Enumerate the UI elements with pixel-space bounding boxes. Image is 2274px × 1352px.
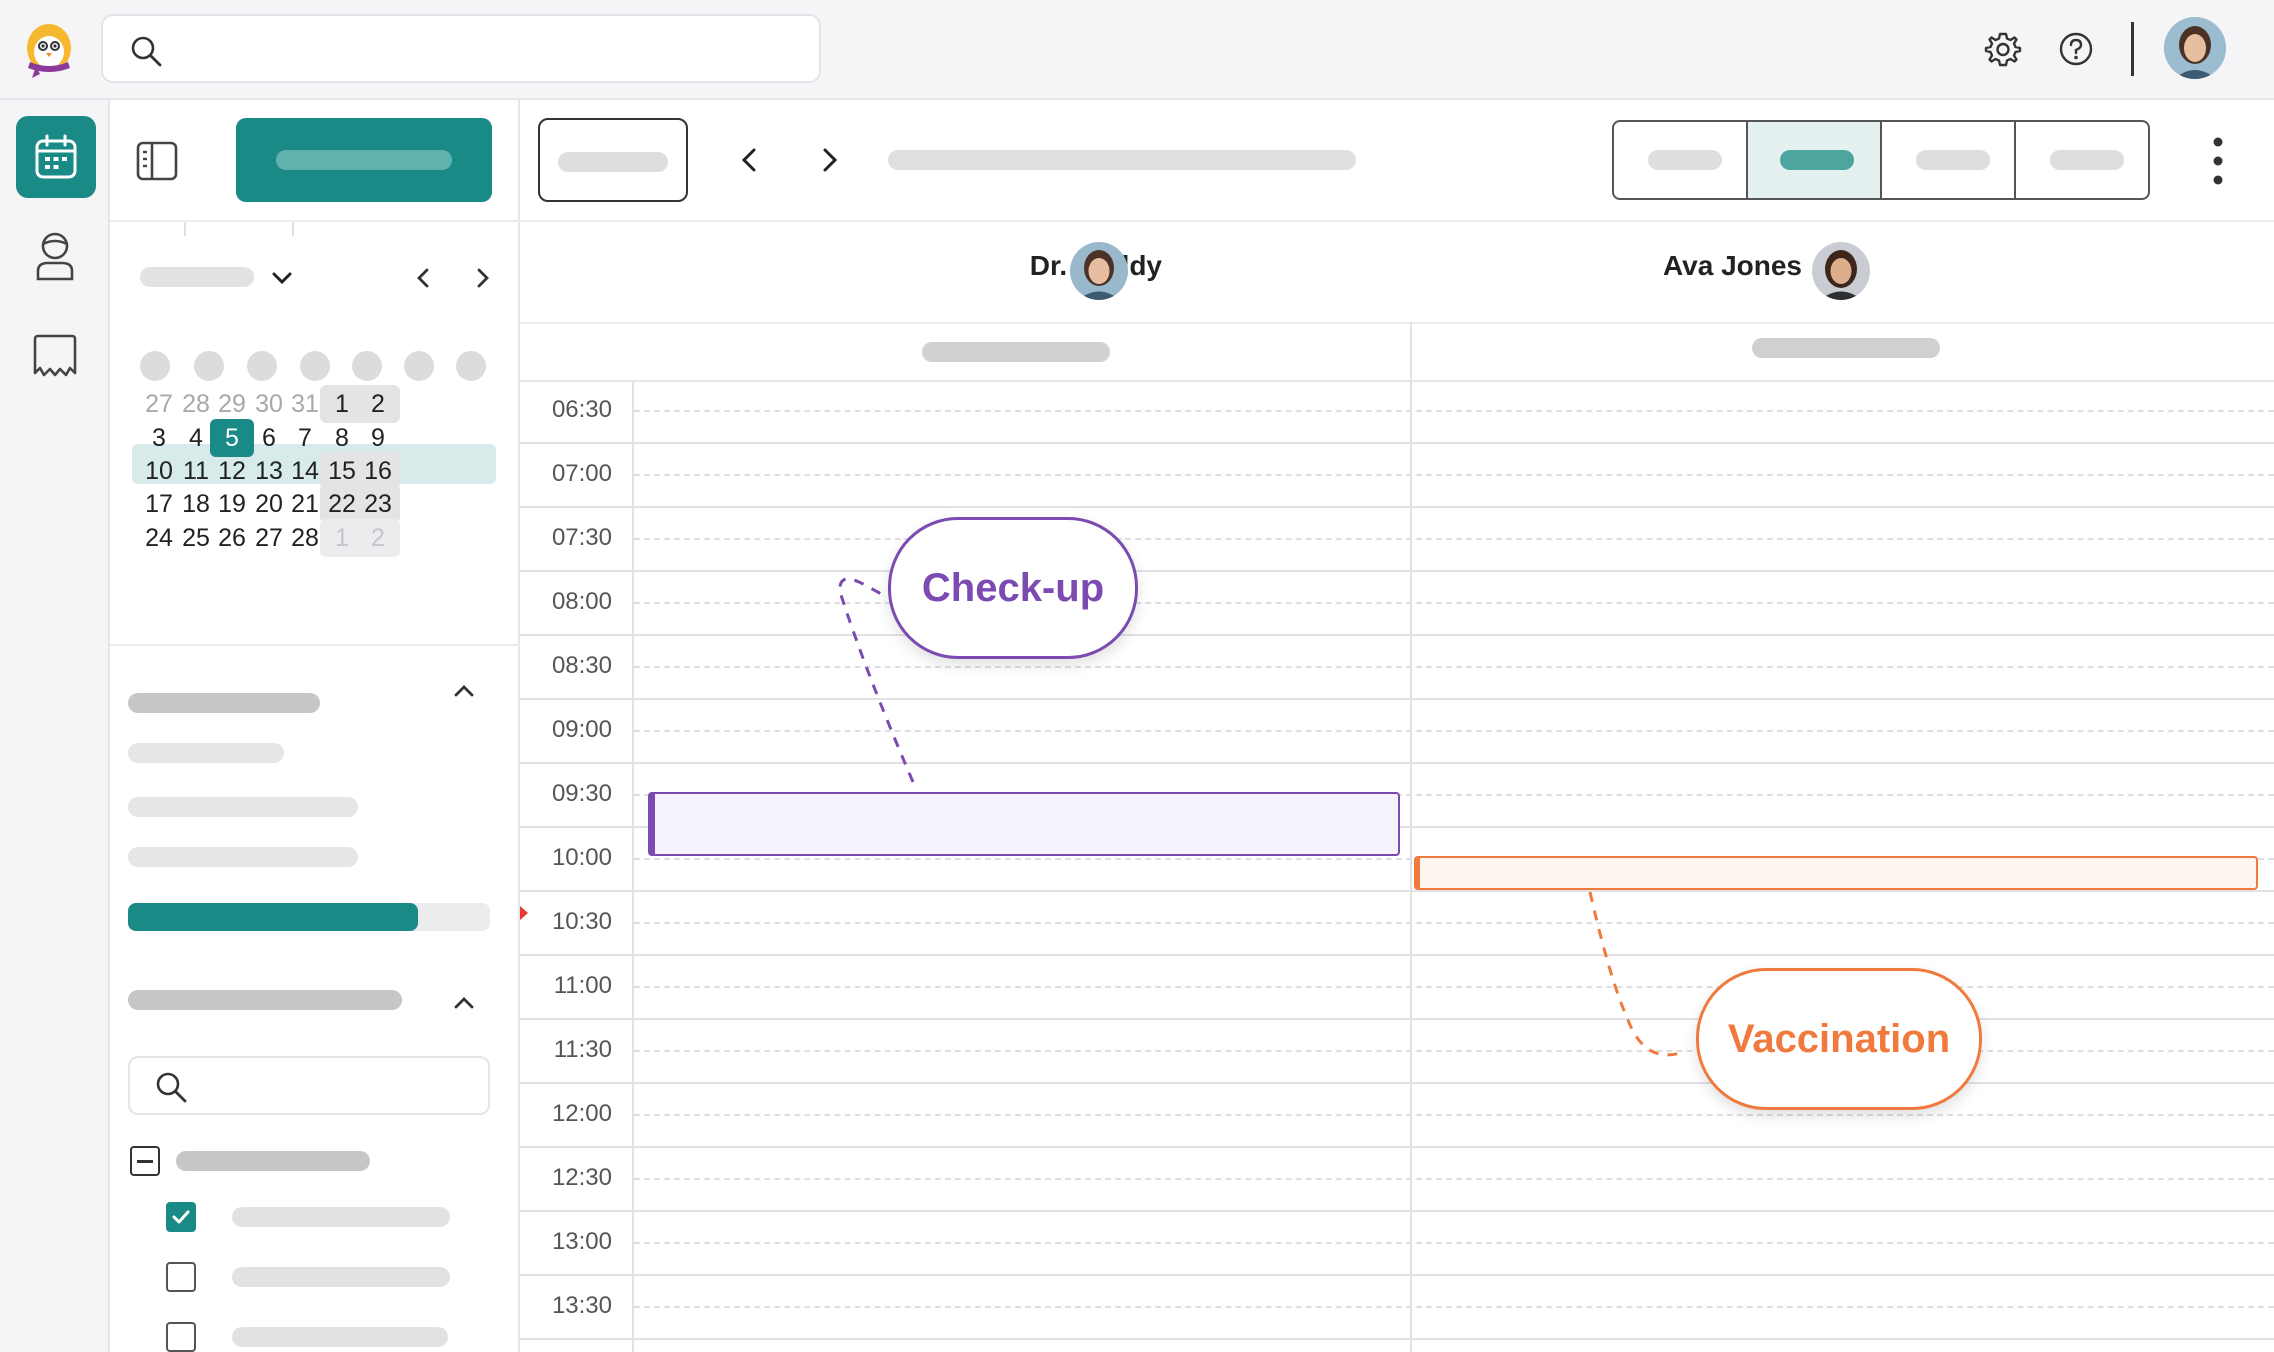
sidebar-mid-divider bbox=[110, 644, 520, 646]
weekday-placeholder bbox=[140, 351, 170, 381]
option-label-placeholder bbox=[232, 1207, 450, 1227]
avatar[interactable] bbox=[2164, 17, 2226, 79]
checkup-connector bbox=[838, 577, 1685, 1057]
tab-marks bbox=[184, 222, 294, 236]
weekday-placeholder bbox=[404, 351, 434, 381]
sidebar-top-divider bbox=[110, 220, 520, 222]
button-label-placeholder bbox=[276, 150, 452, 170]
weekday-placeholder bbox=[456, 351, 486, 381]
chevron-up-icon[interactable] bbox=[450, 989, 478, 1017]
weekday-placeholder bbox=[300, 351, 330, 381]
chevron-up-icon[interactable] bbox=[450, 677, 478, 705]
option-label-placeholder bbox=[232, 1267, 450, 1287]
text-placeholder bbox=[128, 847, 358, 867]
checkup-callout: Check-up bbox=[888, 517, 1138, 659]
gear-icon[interactable] bbox=[1984, 30, 2022, 68]
indeterminate-mark bbox=[137, 1160, 153, 1163]
prev-month-icon[interactable] bbox=[410, 264, 438, 292]
section-title-placeholder bbox=[128, 693, 320, 713]
section-title-placeholder bbox=[128, 990, 402, 1010]
vaccination-callout-label: Vaccination bbox=[1727, 1016, 1951, 1061]
mini-calendar-day[interactable]: 2 bbox=[356, 385, 400, 423]
search-input[interactable] bbox=[101, 14, 821, 83]
checkup-callout-label: Check-up bbox=[921, 565, 1105, 610]
text-placeholder bbox=[128, 743, 284, 763]
filter-search-input[interactable] bbox=[128, 1056, 490, 1115]
progress-bar bbox=[128, 903, 490, 931]
top-bar bbox=[0, 0, 2274, 100]
patient-icon[interactable] bbox=[34, 231, 76, 281]
weekday-placeholder bbox=[194, 351, 224, 381]
header-divider bbox=[2131, 22, 2134, 76]
new-appointment-button[interactable] bbox=[236, 118, 492, 202]
main-calendar: Dr. Cuddy Ava Jones 06:3007:0007:3008:00… bbox=[520, 100, 2274, 1352]
calendar-nav-button[interactable] bbox=[16, 116, 96, 198]
sidebar-toggle-icon[interactable] bbox=[136, 140, 178, 182]
option-label-placeholder bbox=[232, 1327, 448, 1347]
weekday-placeholder bbox=[352, 351, 382, 381]
checkbox-checked[interactable] bbox=[166, 1202, 196, 1232]
sidebar: 27 28 29 30 31 1 2 3 4 5 6 7 8 9 10 11 12 13 14 15 16 17 18 19 2… bbox=[110, 100, 520, 1352]
checkbox[interactable] bbox=[166, 1322, 196, 1352]
app-logo[interactable] bbox=[18, 18, 80, 80]
calendar-icon bbox=[34, 134, 78, 180]
vaccination-callout: Vaccination bbox=[1696, 968, 1982, 1110]
mini-calendar-day[interactable]: 2 bbox=[356, 519, 400, 557]
book-icon[interactable] bbox=[32, 333, 78, 379]
search-icon bbox=[154, 1070, 188, 1104]
weekday-placeholder bbox=[247, 351, 277, 381]
group-label-placeholder bbox=[176, 1151, 370, 1171]
mini-calendar-day[interactable]: 23 bbox=[356, 485, 400, 523]
search-icon bbox=[129, 34, 163, 68]
select-all-checkbox[interactable] bbox=[130, 1146, 160, 1176]
checkbox[interactable] bbox=[166, 1262, 196, 1292]
month-select-placeholder[interactable] bbox=[140, 267, 254, 287]
help-icon[interactable] bbox=[2057, 30, 2095, 68]
text-placeholder bbox=[128, 797, 358, 817]
next-month-icon[interactable] bbox=[468, 264, 496, 292]
left-rail bbox=[0, 100, 110, 1352]
chevron-down-icon[interactable] bbox=[268, 264, 296, 292]
progress-fill bbox=[128, 903, 418, 931]
